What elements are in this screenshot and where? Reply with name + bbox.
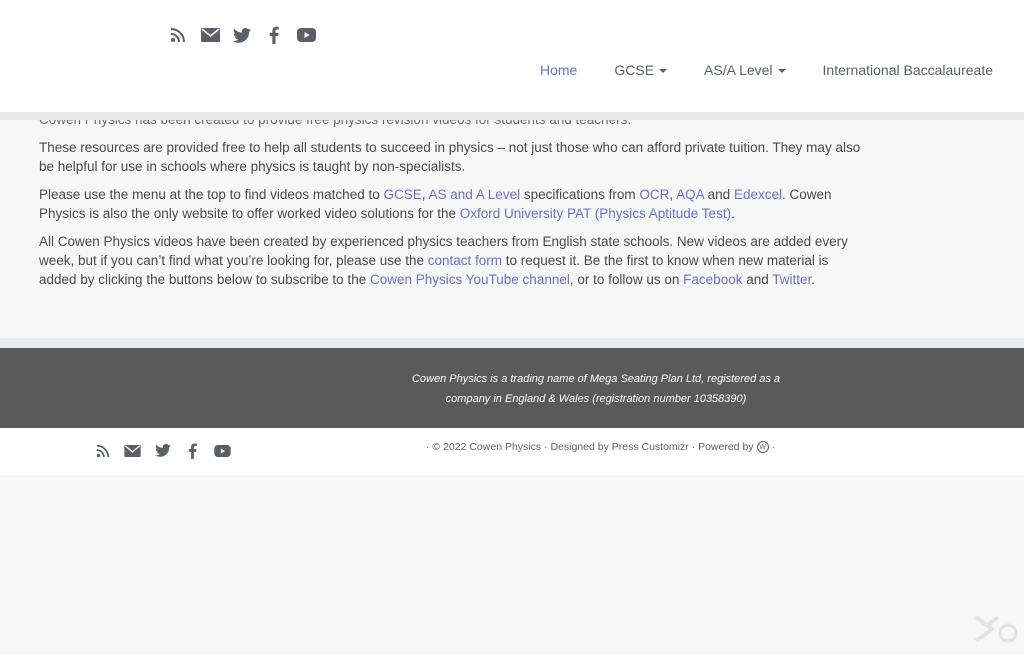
facebook-link[interactable]: Facebook bbox=[683, 272, 742, 287]
email-icon[interactable] bbox=[123, 441, 142, 460]
caret-down-icon bbox=[659, 68, 668, 73]
nav-gcse[interactable]: GCSE bbox=[614, 62, 668, 78]
watermark-icon bbox=[974, 615, 1018, 643]
text: , bbox=[421, 187, 429, 202]
legal-line-1: Cowen Physics is a trading name of Mega … bbox=[411, 373, 781, 385]
ocr-link[interactable]: OCR bbox=[639, 187, 669, 202]
youtube-channel-link[interactable]: Cowen Physics YouTube channel bbox=[370, 272, 570, 287]
videos-paragraph: All Cowen Physics videos have been creat… bbox=[39, 232, 869, 289]
resources-paragraph: These resources are provided free to hel… bbox=[39, 140, 861, 174]
footer-credits: · © 2022 Cowen Physics · Designed by Pre… bbox=[426, 441, 775, 453]
edexcel-link[interactable]: Edexcel bbox=[734, 187, 782, 202]
twitter-icon[interactable] bbox=[153, 441, 172, 460]
text: and bbox=[742, 272, 773, 287]
caret-down-icon bbox=[777, 68, 786, 73]
twitter-link[interactable]: Twitter bbox=[772, 272, 811, 287]
text: Please use the menu at the top to find v… bbox=[39, 187, 384, 202]
nav-home-label: Home bbox=[540, 62, 578, 78]
nav-as-a-level[interactable]: AS/A Level bbox=[704, 62, 786, 78]
aqa-link[interactable]: AQA bbox=[676, 187, 704, 202]
youtube-icon[interactable] bbox=[213, 441, 232, 460]
nav-ib-label: International Baccalaureate bbox=[822, 62, 993, 78]
youtube-icon[interactable] bbox=[296, 25, 316, 45]
rss-icon[interactable] bbox=[168, 25, 188, 45]
wordpress-icon[interactable]: W bbox=[756, 441, 769, 453]
site-header: Home GCSE AS/A Level International Bacca… bbox=[0, 0, 1024, 112]
gcse-link[interactable]: GCSE bbox=[383, 187, 421, 202]
facebook-icon[interactable] bbox=[183, 441, 202, 460]
pat-link[interactable]: Oxford University PAT (Physics Aptitude … bbox=[460, 206, 731, 221]
menu-paragraph: Please use the menu at the top to find v… bbox=[39, 185, 869, 223]
text: and bbox=[703, 187, 734, 202]
credits-text: · © 2022 Cowen Physics · Designed by Pre… bbox=[426, 441, 754, 453]
text: , or to follow us on bbox=[569, 272, 684, 287]
text: specifications from bbox=[520, 187, 640, 202]
text: . bbox=[731, 206, 735, 221]
as-a-level-link[interactable]: AS and A Level bbox=[429, 187, 521, 202]
email-icon[interactable] bbox=[200, 25, 220, 45]
main-content: Cowen Physics has been created to provid… bbox=[39, 110, 869, 298]
nav-home[interactable]: Home bbox=[540, 62, 577, 78]
credits-end: · bbox=[771, 441, 776, 453]
contact-form-link[interactable]: contact form bbox=[428, 253, 502, 268]
footer-social-links bbox=[93, 441, 232, 460]
footer-widget-area: Cowen Physics is a trading name of Mega … bbox=[0, 348, 1024, 428]
header-social-links bbox=[168, 25, 316, 45]
header-divider bbox=[0, 112, 1024, 120]
company-legal-text: Cowen Physics is a trading name of Mega … bbox=[396, 369, 796, 409]
twitter-icon[interactable] bbox=[232, 25, 252, 45]
content-bottom-band bbox=[0, 338, 1024, 348]
main-nav: Home GCSE AS/A Level International Bacca… bbox=[540, 62, 993, 78]
text: . bbox=[811, 272, 816, 287]
nav-international-baccalaureate[interactable]: International Baccalaureate bbox=[823, 62, 993, 78]
rss-icon[interactable] bbox=[93, 441, 112, 460]
nav-as-a-level-label: AS/A Level bbox=[704, 62, 773, 78]
facebook-icon[interactable] bbox=[264, 25, 284, 45]
legal-line-2: company in England & Wales (registration… bbox=[445, 393, 747, 405]
nav-gcse-label: GCSE bbox=[614, 62, 655, 78]
watermark-logo bbox=[974, 613, 1018, 643]
